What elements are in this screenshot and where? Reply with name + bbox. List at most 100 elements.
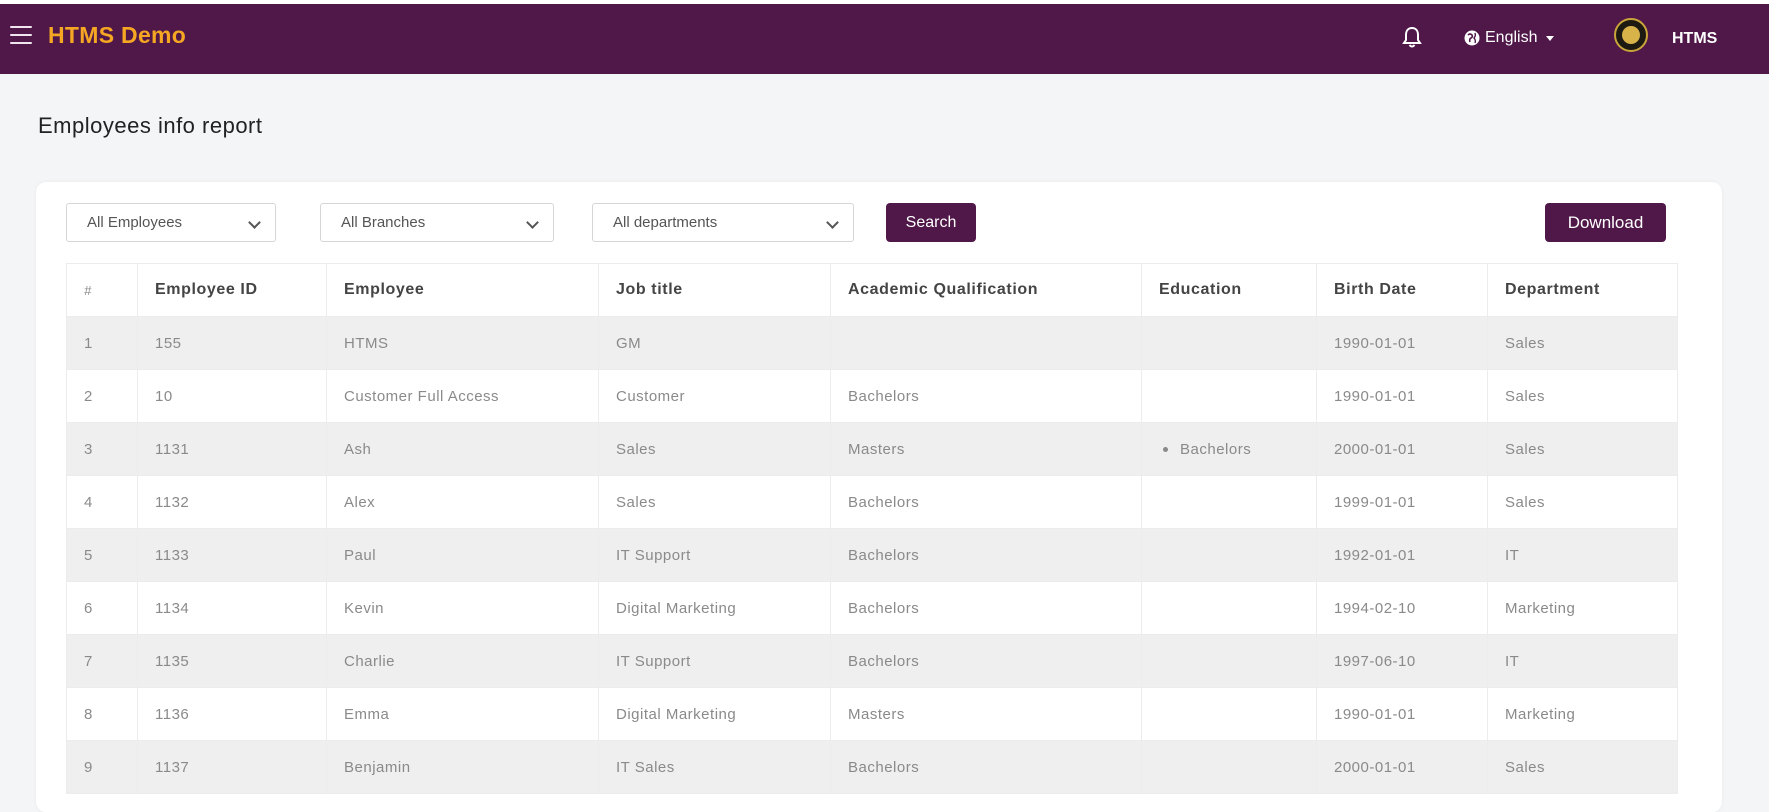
search-button[interactable]: Search xyxy=(886,203,976,242)
departments-filter[interactable]: All departments xyxy=(592,203,854,242)
cell-department: Marketing xyxy=(1487,581,1678,635)
bell-icon[interactable] xyxy=(1402,26,1422,48)
employees-table: # Employee ID Employee Job title Academi… xyxy=(66,263,1678,794)
col-header-academic-qualification[interactable]: Academic Qualification xyxy=(830,263,1142,317)
employees-filter[interactable]: All Employees xyxy=(66,203,276,242)
cell-education xyxy=(1141,740,1317,794)
cell-department: Sales xyxy=(1487,369,1678,423)
cell-education xyxy=(1141,475,1317,529)
download-button[interactable]: Download xyxy=(1545,203,1666,242)
cell-employee: Emma xyxy=(326,687,599,741)
cell-job-title: GM xyxy=(598,316,831,370)
education-value: Bachelors xyxy=(1180,440,1252,458)
cell-department: Sales xyxy=(1487,422,1678,476)
cell-academic-qualification xyxy=(830,316,1142,370)
avatar-logo[interactable] xyxy=(1614,18,1648,52)
cell-academic-qualification: Bachelors xyxy=(830,581,1142,635)
cell-index: 1 xyxy=(66,316,138,370)
cell-birth-date: 1990-01-01 xyxy=(1316,316,1488,370)
cell-academic-qualification: Bachelors xyxy=(830,740,1142,794)
col-header-index[interactable]: # xyxy=(66,263,138,317)
cell-index: 8 xyxy=(66,687,138,741)
cell-employee-id: 1134 xyxy=(137,581,327,635)
cell-employee-id: 1133 xyxy=(137,528,327,582)
caret-down-icon xyxy=(1546,35,1555,41)
cell-job-title: Customer xyxy=(598,369,831,423)
col-header-birth-date[interactable]: Birth Date xyxy=(1316,263,1488,317)
cell-index: 5 xyxy=(66,528,138,582)
cell-department: Sales xyxy=(1487,316,1678,370)
cell-education xyxy=(1141,687,1317,741)
col-header-job-title[interactable]: Job title xyxy=(598,263,831,317)
top-navbar: HTMS Demo English HTMS xyxy=(0,0,1769,74)
cell-birth-date: 1990-01-01 xyxy=(1316,687,1488,741)
cell-department: Sales xyxy=(1487,475,1678,529)
cell-job-title: Digital Marketing xyxy=(598,581,831,635)
cell-job-title: Digital Marketing xyxy=(598,687,831,741)
col-header-education[interactable]: Education xyxy=(1141,263,1317,317)
cell-job-title: IT Support xyxy=(598,634,831,688)
cell-education xyxy=(1141,369,1317,423)
cell-job-title: Sales xyxy=(598,475,831,529)
cell-employee: Benjamin xyxy=(326,740,599,794)
cell-employee-id: 1137 xyxy=(137,740,327,794)
cell-employee-id: 155 xyxy=(137,316,327,370)
menu-icon[interactable] xyxy=(10,26,32,44)
cell-employee-id: 10 xyxy=(137,369,327,423)
cell-employee: Alex xyxy=(326,475,599,529)
branches-filter-value: All Branches xyxy=(341,214,426,231)
table-row[interactable]: 5 1133 Paul IT Support Bachelors 1992-01… xyxy=(66,528,1678,582)
col-header-employee-id[interactable]: Employee ID xyxy=(137,263,327,317)
cell-birth-date: 2000-01-01 xyxy=(1316,422,1488,476)
table-row[interactable]: 1 155 HTMS GM 1990-01-01 Sales xyxy=(66,316,1678,370)
app-brand[interactable]: HTMS Demo xyxy=(48,22,186,49)
education-list-item: Bachelors xyxy=(1159,441,1316,458)
cell-employee: Ash xyxy=(326,422,599,476)
cell-index: 6 xyxy=(66,581,138,635)
cell-department: IT xyxy=(1487,634,1678,688)
cell-birth-date: 1992-01-01 xyxy=(1316,528,1488,582)
cell-birth-date: 1997-06-10 xyxy=(1316,634,1488,688)
departments-filter-value: All departments xyxy=(613,214,718,231)
cell-job-title: IT Sales xyxy=(598,740,831,794)
table-row[interactable]: 6 1134 Kevin Digital Marketing Bachelors… xyxy=(66,581,1678,635)
cell-index: 7 xyxy=(66,634,138,688)
col-header-employee[interactable]: Employee xyxy=(326,263,599,317)
table-row[interactable]: 4 1132 Alex Sales Bachelors 1999-01-01 S… xyxy=(66,475,1678,529)
cell-academic-qualification: Bachelors xyxy=(830,528,1142,582)
cell-education xyxy=(1141,528,1317,582)
cell-index: 9 xyxy=(66,740,138,794)
table-row[interactable]: 9 1137 Benjamin IT Sales Bachelors 2000-… xyxy=(66,740,1678,794)
cell-education xyxy=(1141,316,1317,370)
table-row[interactable]: 3 1131 Ash Sales Masters Bachelors 2000-… xyxy=(66,422,1678,476)
table-row[interactable]: 7 1135 Charlie IT Support Bachelors 1997… xyxy=(66,634,1678,688)
table-row[interactable]: 8 1136 Emma Digital Marketing Masters 19… xyxy=(66,687,1678,741)
cell-birth-date: 1994-02-10 xyxy=(1316,581,1488,635)
chevron-down-icon xyxy=(248,216,261,229)
cell-birth-date: 2000-01-01 xyxy=(1316,740,1488,794)
cell-employee: Kevin xyxy=(326,581,599,635)
col-header-department[interactable]: Department xyxy=(1487,263,1678,317)
cell-index: 2 xyxy=(66,369,138,423)
cell-department: Sales xyxy=(1487,740,1678,794)
cell-education: Bachelors xyxy=(1141,422,1317,476)
branches-filter[interactable]: All Branches xyxy=(320,203,554,242)
chevron-down-icon xyxy=(526,216,539,229)
cell-employee-id: 1135 xyxy=(137,634,327,688)
user-menu[interactable]: HTMS xyxy=(1672,30,1717,48)
cell-department: IT xyxy=(1487,528,1678,582)
cell-academic-qualification: Bachelors xyxy=(830,475,1142,529)
cell-employee: Paul xyxy=(326,528,599,582)
cell-department: Marketing xyxy=(1487,687,1678,741)
employees-filter-value: All Employees xyxy=(87,214,183,231)
cell-employee-id: 1131 xyxy=(137,422,327,476)
cell-academic-qualification: Bachelors xyxy=(830,369,1142,423)
cell-job-title: IT Support xyxy=(598,528,831,582)
language-dropdown[interactable]: English xyxy=(1464,26,1555,50)
language-label: English xyxy=(1485,29,1538,46)
table-row[interactable]: 2 10 Customer Full Access Customer Bache… xyxy=(66,369,1678,423)
cell-education xyxy=(1141,634,1317,688)
cell-academic-qualification: Bachelors xyxy=(830,634,1142,688)
cell-employee: Charlie xyxy=(326,634,599,688)
cell-employee-id: 1136 xyxy=(137,687,327,741)
